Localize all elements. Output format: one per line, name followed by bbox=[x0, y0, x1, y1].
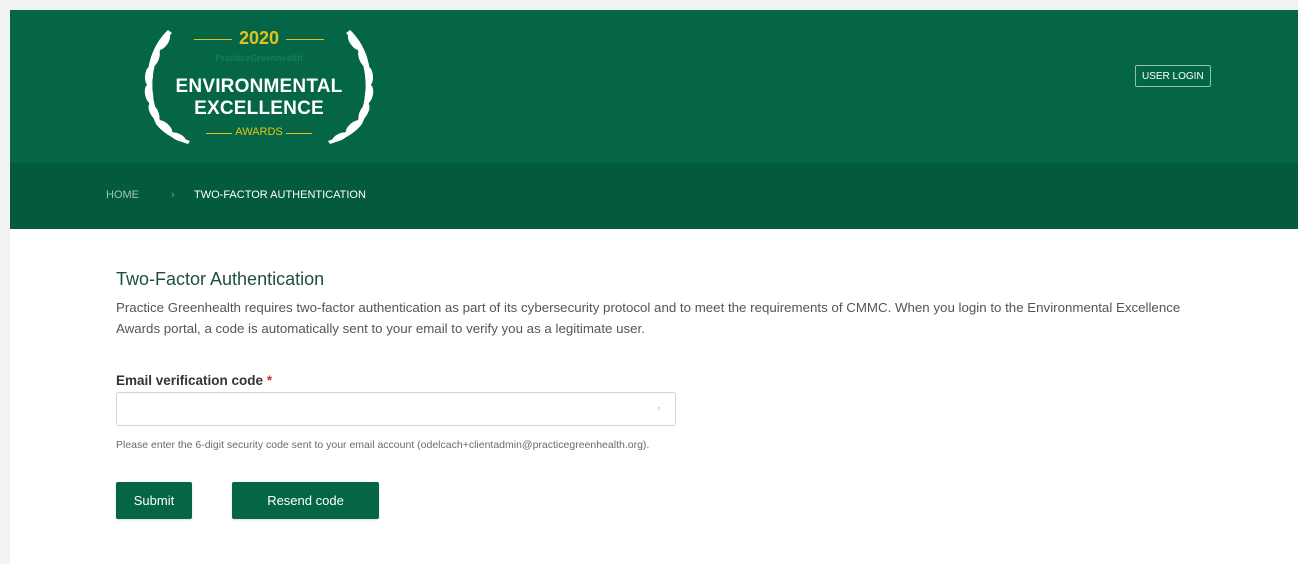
verification-code-label: Email verification code * bbox=[116, 373, 272, 388]
main-content: Two-Factor Authentication Practice Green… bbox=[116, 268, 1226, 339]
breadcrumb-separator: › bbox=[171, 189, 175, 201]
page-frame: 2020 PracticeGreenhealth ENVIRONMENTAL E… bbox=[10, 10, 1298, 564]
site-header: 2020 PracticeGreenhealth ENVIRONMENTAL E… bbox=[10, 10, 1298, 163]
breadcrumb: HOME › TWO-FACTOR AUTHENTICATION bbox=[10, 163, 1298, 229]
submit-button[interactable]: Submit bbox=[116, 482, 192, 519]
intro-text: Practice Greenhealth requires two-factor… bbox=[116, 300, 1181, 336]
logo-title-line2: EXCELLENCE bbox=[194, 98, 324, 119]
required-marker: * bbox=[266, 373, 273, 388]
logo-awards: AWARDS bbox=[235, 126, 283, 138]
logo-year: 2020 bbox=[238, 28, 280, 48]
verification-code-help: Please enter the 6-digit security code s… bbox=[116, 439, 650, 451]
breadcrumb-home-link[interactable]: HOME bbox=[106, 188, 139, 202]
verification-code-input[interactable] bbox=[116, 392, 676, 426]
logo-sponsor: PracticeGreenhealth bbox=[215, 53, 303, 63]
awards-logo[interactable]: 2020 PracticeGreenhealth ENVIRONMENTAL E… bbox=[128, 20, 390, 150]
user-login-button[interactable]: USER LOGIN bbox=[1135, 65, 1211, 87]
logo-title-line1: ENVIRONMENTAL bbox=[175, 76, 343, 97]
password-manager-icon[interactable]: ◦ bbox=[652, 402, 666, 416]
resend-code-button[interactable]: Resend code bbox=[232, 482, 379, 519]
breadcrumb-current: TWO-FACTOR AUTHENTICATION bbox=[194, 189, 366, 201]
page-title: Two-Factor Authentication bbox=[116, 269, 325, 289]
verification-code-label-text: Email verification code bbox=[116, 373, 264, 388]
